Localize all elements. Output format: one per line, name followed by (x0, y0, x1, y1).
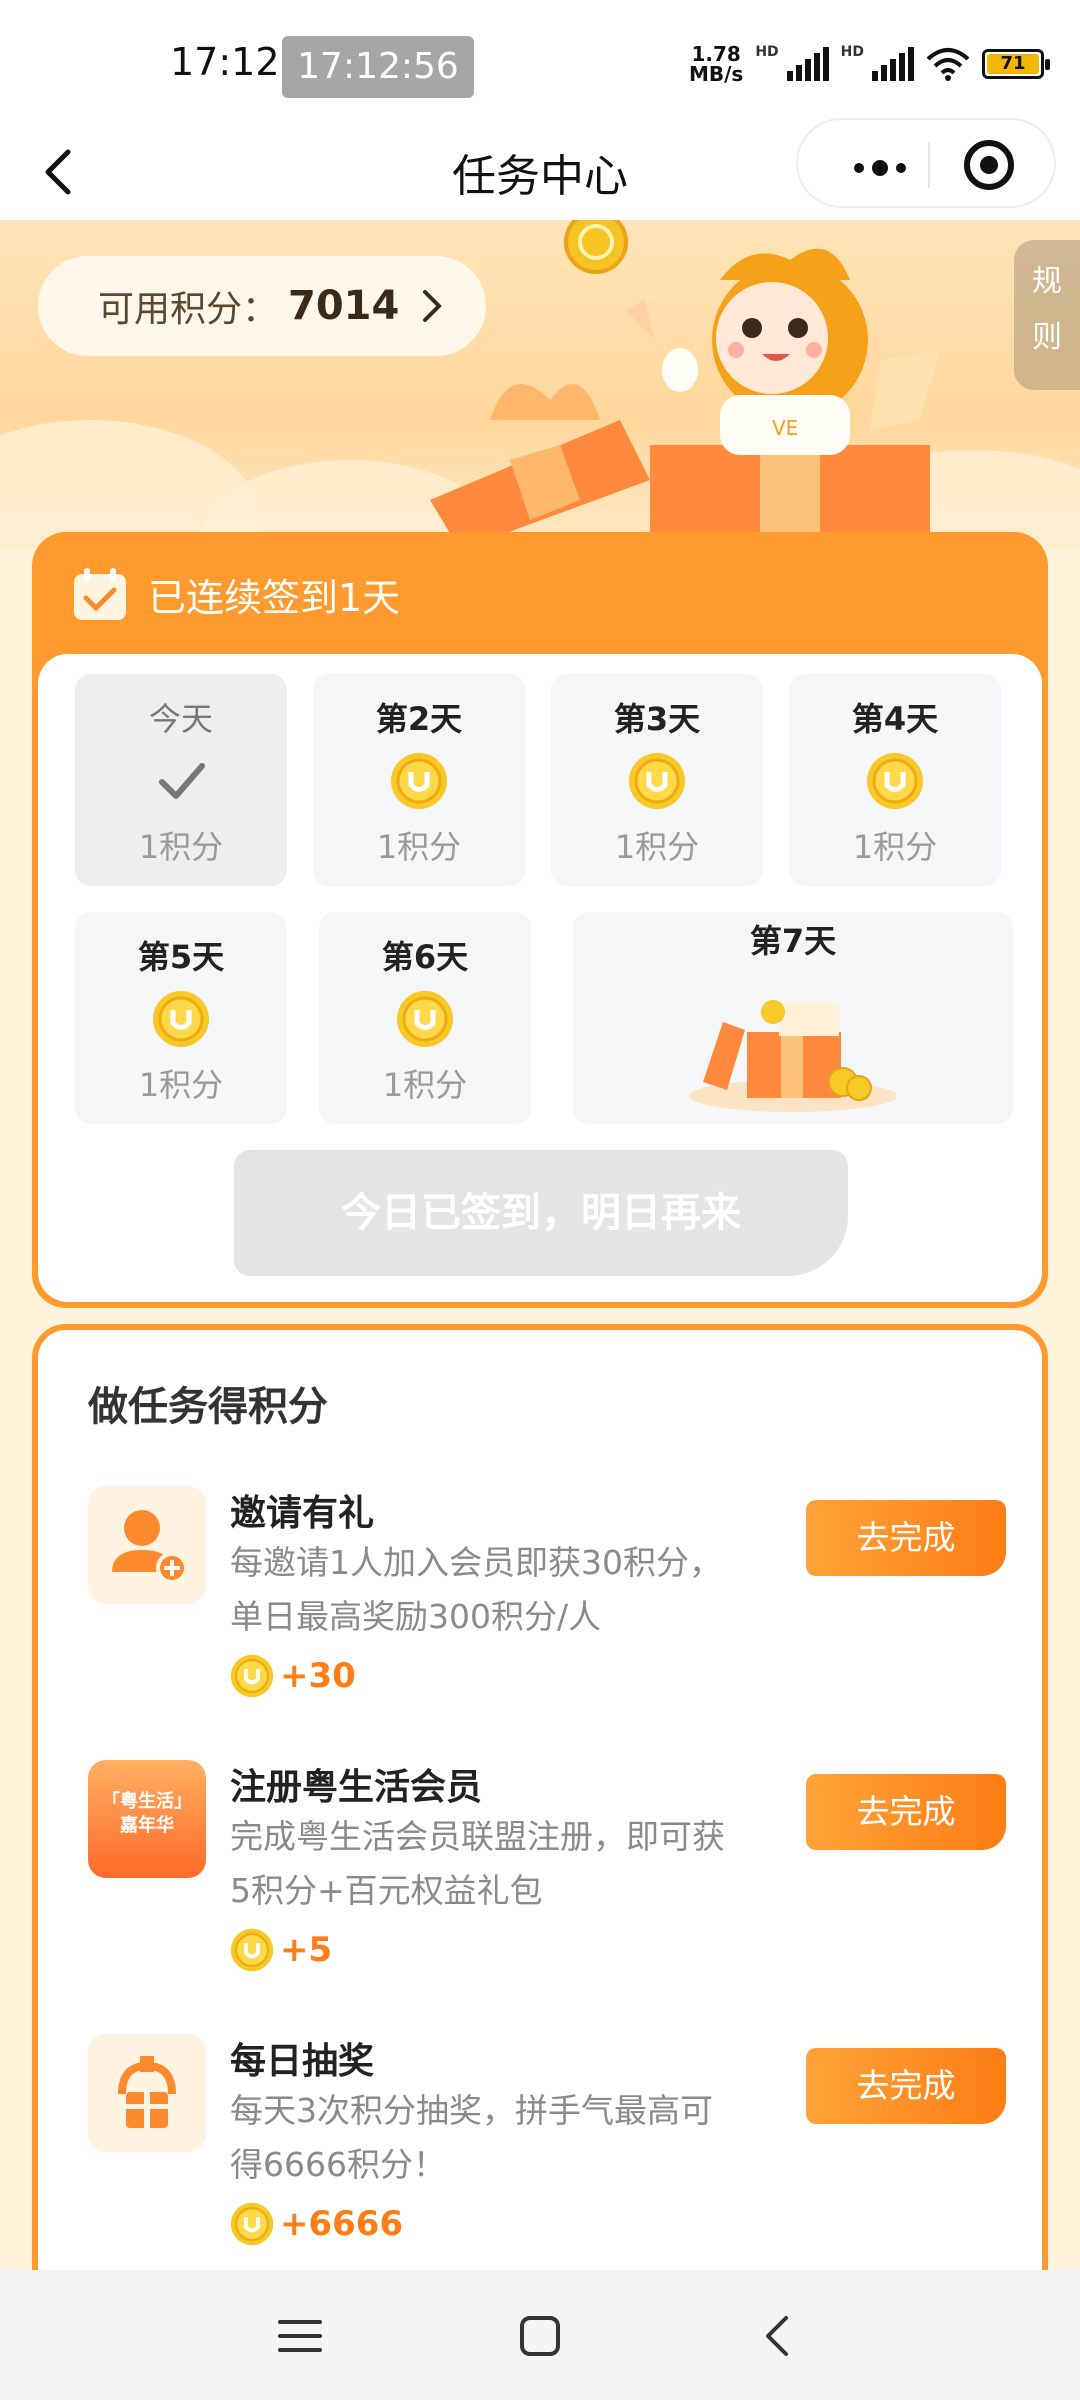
promo-thumbnail: 「粤生活」 嘉年华 (88, 1760, 206, 1878)
status-bar: 17:12 17:12:56 1.78 MB/s HD HD 71 (0, 0, 1080, 130)
coin-icon (867, 753, 923, 809)
day-card-1: 今天 1积分 (75, 674, 287, 886)
coin-icon (230, 1928, 274, 1972)
task-name: 每日抽奖 (230, 2041, 375, 2082)
task-section-title: 做任务得积分 (88, 1384, 328, 1430)
back-nav-icon[interactable] (752, 2308, 808, 2364)
day-card-6: 第6天 1积分 (319, 912, 531, 1124)
chevron-right-icon (423, 290, 443, 322)
coin-icon (397, 991, 453, 1047)
screen-recorder-time: 17:12:56 (282, 36, 474, 98)
day-card-5: 第5天 1积分 (75, 912, 287, 1124)
signal-icon (786, 47, 829, 81)
day-card-3: 第3天 1积分 (551, 674, 763, 886)
gift-lottery-icon (88, 2034, 206, 2152)
hd-label-1: HD (755, 44, 779, 60)
coin-icon (153, 991, 209, 1047)
checkin-streak-title: 已连续签到1天 (148, 575, 401, 620)
complete-task-button[interactable]: 去完成 (806, 1774, 1006, 1850)
day-card-2: 第2天 1积分 (313, 674, 525, 886)
mascot-gift-illustration: VE (430, 220, 940, 550)
points-balance-pill[interactable]: 可用积分： 7014 (38, 256, 486, 356)
task-name: 邀请有礼 (230, 1493, 375, 1534)
menu-icon[interactable] (272, 2308, 328, 2364)
task-description: 完成粤生活会员联盟注册，即可获5积分+百元权益礼包 (230, 1817, 725, 1910)
points-label: 可用积分： (98, 289, 279, 330)
task-name: 注册粤生活会员 (230, 1767, 483, 1808)
day-card-4: 第4天 1积分 (789, 674, 1001, 886)
task-reward: +6666 (230, 2202, 403, 2246)
wifi-icon (926, 48, 970, 81)
miniprogram-capsule (796, 118, 1056, 208)
day-card-7: 第7天 (573, 912, 1013, 1124)
coin-icon (391, 753, 447, 809)
calendar-check-icon (74, 568, 126, 620)
complete-task-button[interactable]: 去完成 (806, 2048, 1006, 2124)
task-card: 做任务得积分 邀请有礼 每邀请1人加入会员即获30积分，单日最高奖励300积分/… (32, 1324, 1048, 2400)
hero-banner: VE 可用积分： 7014 规 则 (0, 220, 1080, 550)
signed-in-button[interactable]: 今日已签到，明日再来 (234, 1150, 848, 1276)
hd-label-2: HD (840, 44, 864, 60)
system-navigation-bar (0, 2270, 1080, 2400)
add-user-icon (88, 1486, 206, 1604)
network-speed: 1.78 MB/s (688, 42, 744, 86)
more-icon[interactable] (854, 160, 906, 176)
nav-bar: 任务中心 (0, 118, 1080, 220)
status-time: 17:12 (170, 40, 280, 84)
points-value: 7014 (288, 283, 400, 329)
rules-tab[interactable]: 规 则 (1014, 240, 1080, 390)
task-description: 每邀请1人加入会员即获30积分，单日最高奖励300积分/人 (230, 1543, 722, 1636)
checkmark-icon (159, 763, 205, 799)
signal-icon-2 (872, 47, 914, 81)
close-miniprogram-icon[interactable] (964, 140, 1014, 190)
svg-text:VE: VE (772, 416, 798, 440)
coin-icon (230, 2202, 274, 2246)
battery-icon: 71 (982, 49, 1050, 79)
checkin-card: 已连续签到1天 今天 1积分 第2天 1积分 第3天 1积分 第4天 1积分 第 (32, 532, 1048, 1308)
home-icon[interactable] (512, 2308, 568, 2364)
coin-icon (230, 1654, 274, 1698)
task-reward: +5 (230, 1928, 332, 1972)
gift-box-icon (689, 1000, 897, 1112)
complete-task-button[interactable]: 去完成 (806, 1500, 1006, 1576)
coin-icon (629, 753, 685, 809)
task-reward: +30 (230, 1654, 356, 1698)
task-description: 每天3次积分抽奖，拼手气最高可得6666积分！ (230, 2091, 713, 2184)
